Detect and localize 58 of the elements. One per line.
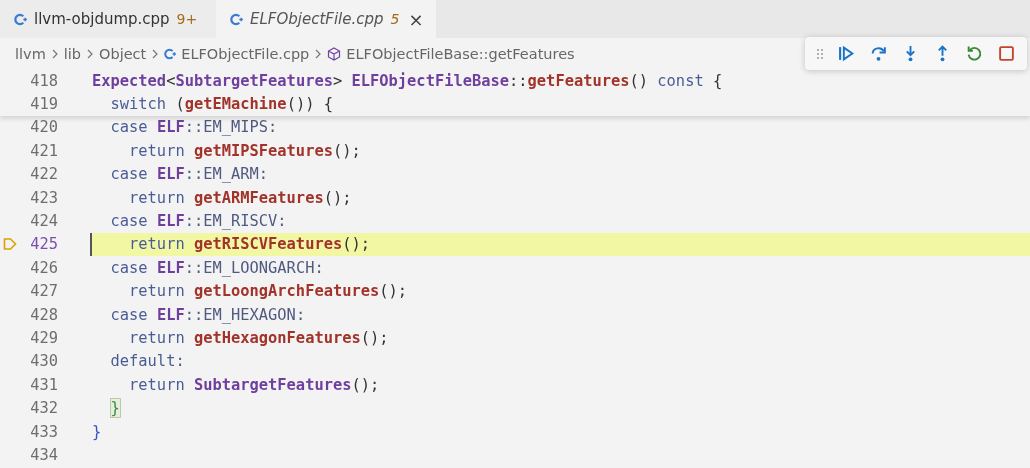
line-number: 428 bbox=[29, 305, 59, 324]
problem-count: 5 bbox=[390, 11, 400, 27]
chevron-icon bbox=[51, 48, 58, 59]
line-number: 427 bbox=[29, 282, 59, 301]
code-line: case ELF::EM_HEXAGON: bbox=[109, 305, 306, 324]
cpp-file-icon bbox=[164, 47, 177, 60]
line-number: 432 bbox=[29, 399, 59, 418]
stop-icon[interactable] bbox=[998, 45, 1015, 62]
problem-count: 9+ bbox=[176, 11, 198, 27]
line-number: 429 bbox=[29, 329, 59, 347]
code-line: switch (getEMachine()) { bbox=[109, 95, 333, 114]
code-line: case ELF::EM_ARM: bbox=[109, 165, 269, 184]
code-line: return getRISCVFeatures(); bbox=[128, 235, 370, 254]
close-icon[interactable]: × bbox=[408, 8, 424, 30]
line-number: 430 bbox=[29, 352, 59, 371]
breadcrumb-item[interactable]: ELFObjectFileBase::getFeatures bbox=[346, 45, 575, 62]
line-number: 434 bbox=[29, 445, 59, 464]
tab-label: ELFObjectFile.cpp bbox=[250, 10, 384, 28]
code-line: return getLoongArchFeatures(); bbox=[128, 282, 408, 301]
code-line: return getARMFeatures(); bbox=[128, 188, 352, 207]
breadcrumb-item[interactable]: llvm bbox=[15, 45, 46, 62]
line-number: 422 bbox=[29, 165, 59, 184]
restart-icon[interactable] bbox=[966, 45, 983, 62]
code-line: case ELF::EM_LOONGARCH: bbox=[109, 258, 324, 277]
continue-icon[interactable] bbox=[838, 45, 855, 62]
line-number: 418 bbox=[29, 71, 59, 90]
editor-tab[interactable]: ELFObjectFile.cpp 5 × bbox=[216, 0, 436, 38]
breadcrumb-item[interactable]: lib bbox=[63, 45, 82, 62]
cube-icon bbox=[327, 46, 342, 61]
line-number: 421 bbox=[29, 141, 59, 160]
line-number: 426 bbox=[29, 258, 59, 277]
line-number: 431 bbox=[29, 375, 59, 394]
paused-pointer-icon bbox=[3, 237, 17, 252]
code-line: } bbox=[92, 422, 102, 441]
code-line: Expected<SubtargetFeatures> ELFObjectFileBase::getFeatures() const { bbox=[92, 71, 723, 90]
code-line: case ELF::EM_RISCV: bbox=[109, 212, 287, 231]
cpp-file-icon bbox=[230, 12, 243, 26]
code-line: default: bbox=[109, 352, 185, 371]
line-number: 423 bbox=[29, 188, 59, 207]
tab-label: llvm-objdump.cpp bbox=[34, 10, 170, 28]
chevron-icon bbox=[315, 48, 322, 59]
code-line: return getMIPSFeatures(); bbox=[128, 141, 361, 160]
line-number: 424 bbox=[29, 212, 59, 231]
chevron-icon bbox=[152, 48, 159, 59]
line-number: 420 bbox=[29, 118, 59, 137]
code-line: return SubtargetFeatures(); bbox=[128, 375, 380, 394]
line-number: 419 bbox=[29, 95, 59, 114]
breadcrumb-item[interactable]: Object bbox=[99, 45, 147, 62]
drag-handle-icon[interactable] bbox=[817, 47, 823, 60]
cpp-file-icon bbox=[14, 12, 27, 26]
line-number: 433 bbox=[29, 422, 59, 441]
breadcrumb-item[interactable]: ELFObjectFile.cpp bbox=[181, 45, 310, 62]
code-line: return getHexagonFeatures(); bbox=[128, 329, 389, 347]
code-line: case ELF::EM_MIPS: bbox=[109, 118, 278, 137]
line-number: 425 bbox=[29, 235, 59, 254]
step-over-icon[interactable] bbox=[870, 45, 887, 62]
editor-tab[interactable]: llvm-objdump.cpp 9+ bbox=[0, 0, 216, 38]
chevron-icon bbox=[87, 48, 94, 59]
